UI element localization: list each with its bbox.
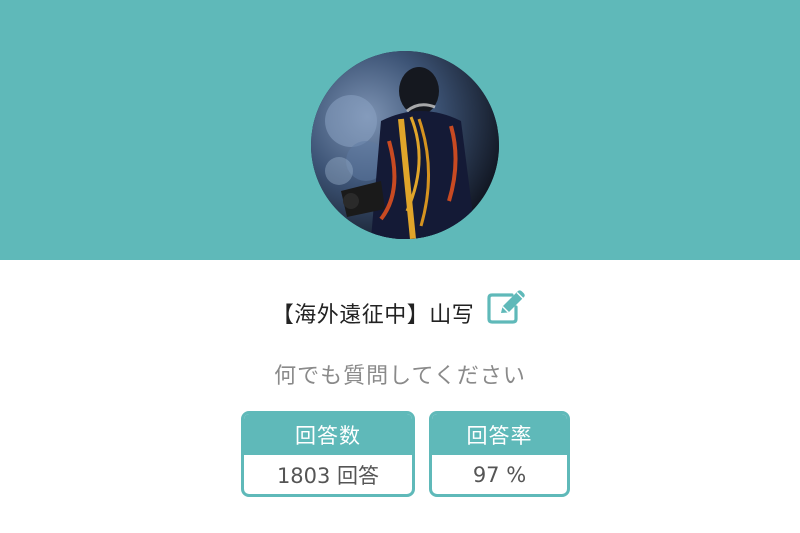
profile-avatar[interactable] (311, 51, 499, 239)
avatar-photo-icon (311, 51, 499, 239)
profile-tagline: 何でも質問してください (274, 364, 526, 389)
answer-count-label: 回答数 (244, 414, 412, 455)
answer-rate-label: 回答率 (432, 414, 567, 455)
profile-page: 【海外遠征中】山写 何でも質問してください 回答数 1803 回答 回答率 97… (0, 0, 800, 533)
edit-icon (487, 290, 525, 324)
answer-count-card: 回答数 1803 回答 (241, 411, 415, 497)
answer-count-value: 1803 回答 (276, 463, 380, 488)
profile-name-row: 【海外遠征中】山写 (0, 290, 800, 333)
profile-name: 【海外遠征中】山写 (271, 303, 475, 328)
edit-profile-button[interactable] (486, 289, 528, 325)
answer-rate-card: 回答率 97 % (429, 411, 570, 497)
answer-rate-value: 97 % (472, 462, 527, 487)
